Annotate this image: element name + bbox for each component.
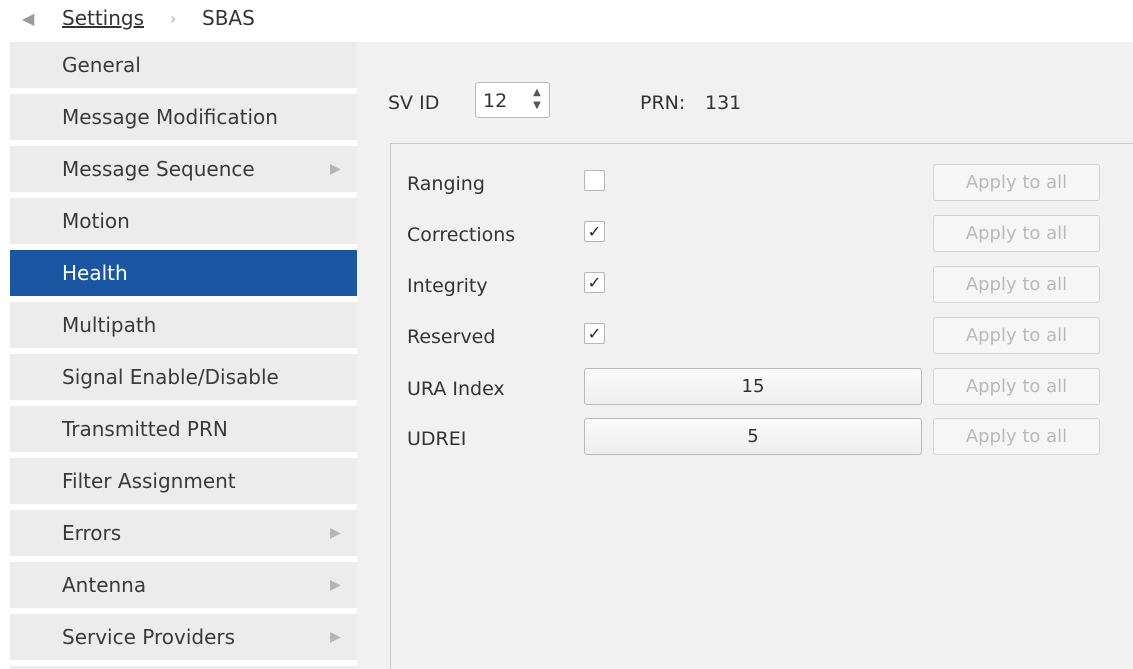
submenu-arrow-icon: ▶ <box>330 629 341 645</box>
svid-label: SV ID <box>388 92 440 114</box>
reserved-checkbox[interactable]: ✓ <box>584 323 605 344</box>
sidebar-item-label: Health <box>62 261 128 285</box>
submenu-arrow-icon: ▶ <box>330 525 341 541</box>
sidebar-item-label: Message Sequence <box>62 157 255 181</box>
sidebar-item-antenna[interactable]: Antenna ▶ <box>10 562 357 611</box>
breadcrumb: ◀ Settings › SBAS <box>0 0 1133 42</box>
udrei-label: UDREI <box>407 428 467 450</box>
corrections-checkbox[interactable]: ✓ <box>584 221 605 242</box>
sidebar-item-errors[interactable]: Errors ▶ <box>10 510 357 559</box>
svid-spinbox[interactable]: 12 ▲ ▼ <box>475 82 550 118</box>
spin-down-icon[interactable]: ▼ <box>528 99 546 112</box>
sidebar-item-label: Message Modification <box>62 105 278 129</box>
sidebar-item-filter-assignment[interactable]: Filter Assignment <box>10 458 357 507</box>
sidebar-item-message-modification[interactable]: Message Modification <box>10 94 357 143</box>
corrections-label: Corrections <box>407 224 516 246</box>
sidebar-item-label: Filter Assignment <box>62 469 236 493</box>
sidebar-item-label: Motion <box>62 209 130 233</box>
sidebar: General Message Modification Message Seq… <box>0 42 357 669</box>
sidebar-item-label: Service Providers <box>62 625 236 649</box>
submenu-arrow-icon: ▶ <box>330 161 341 177</box>
prn-label: PRN: <box>640 92 686 114</box>
spin-arrows: ▲ ▼ <box>528 86 546 114</box>
back-arrow-icon[interactable]: ◀ <box>22 9 34 28</box>
health-panel: SV ID 12 ▲ ▼ PRN: 131 <box>357 42 1133 669</box>
submenu-arrow-icon: ▶ <box>330 577 341 593</box>
udrei-apply-to-all-button[interactable]: Apply to all <box>933 418 1100 455</box>
ranging-label: Ranging <box>407 173 485 195</box>
breadcrumb-settings-link[interactable]: Settings <box>62 6 144 30</box>
udrei-value-button[interactable]: 5 <box>584 418 922 455</box>
prn-value: 131 <box>705 92 742 114</box>
chevron-right-icon: › <box>170 9 177 28</box>
svid-value[interactable]: 12 <box>483 90 507 112</box>
sidebar-item-label: Transmitted PRN <box>62 417 228 441</box>
integrity-apply-to-all-button[interactable]: Apply to all <box>933 266 1100 303</box>
sidebar-item-label: Antenna <box>62 573 147 597</box>
ura-index-apply-to-all-button[interactable]: Apply to all <box>933 368 1100 405</box>
spin-up-icon[interactable]: ▲ <box>528 86 546 99</box>
reserved-apply-to-all-button[interactable]: Apply to all <box>933 317 1100 354</box>
sidebar-item-label: Errors <box>62 521 122 545</box>
ranging-checkbox[interactable] <box>584 170 605 191</box>
sidebar-item-multipath[interactable]: Multipath <box>10 302 357 351</box>
reserved-label: Reserved <box>407 326 496 348</box>
sidebar-item-label: Signal Enable/Disable <box>62 365 279 389</box>
sidebar-item-message-sequence[interactable]: Message Sequence ▶ <box>10 146 357 195</box>
ura-index-label: URA Index <box>407 378 505 400</box>
sidebar-item-motion[interactable]: Motion <box>10 198 357 247</box>
sidebar-item-transmitted-prn[interactable]: Transmitted PRN <box>10 406 357 455</box>
sidebar-item-label: Multipath <box>62 313 157 337</box>
integrity-label: Integrity <box>407 275 488 297</box>
ranging-apply-to-all-button[interactable]: Apply to all <box>933 164 1100 201</box>
corrections-apply-to-all-button[interactable]: Apply to all <box>933 215 1100 252</box>
sidebar-item-general[interactable]: General <box>10 42 357 91</box>
breadcrumb-current: SBAS <box>202 6 255 30</box>
sidebar-item-health[interactable]: Health <box>10 250 357 299</box>
sidebar-item-signal-enable-disable[interactable]: Signal Enable/Disable <box>10 354 357 403</box>
integrity-checkbox[interactable]: ✓ <box>584 272 605 293</box>
sidebar-item-label: General <box>62 53 141 77</box>
sidebar-item-service-providers[interactable]: Service Providers ▶ <box>10 614 357 663</box>
ura-index-value-button[interactable]: 15 <box>584 368 922 405</box>
